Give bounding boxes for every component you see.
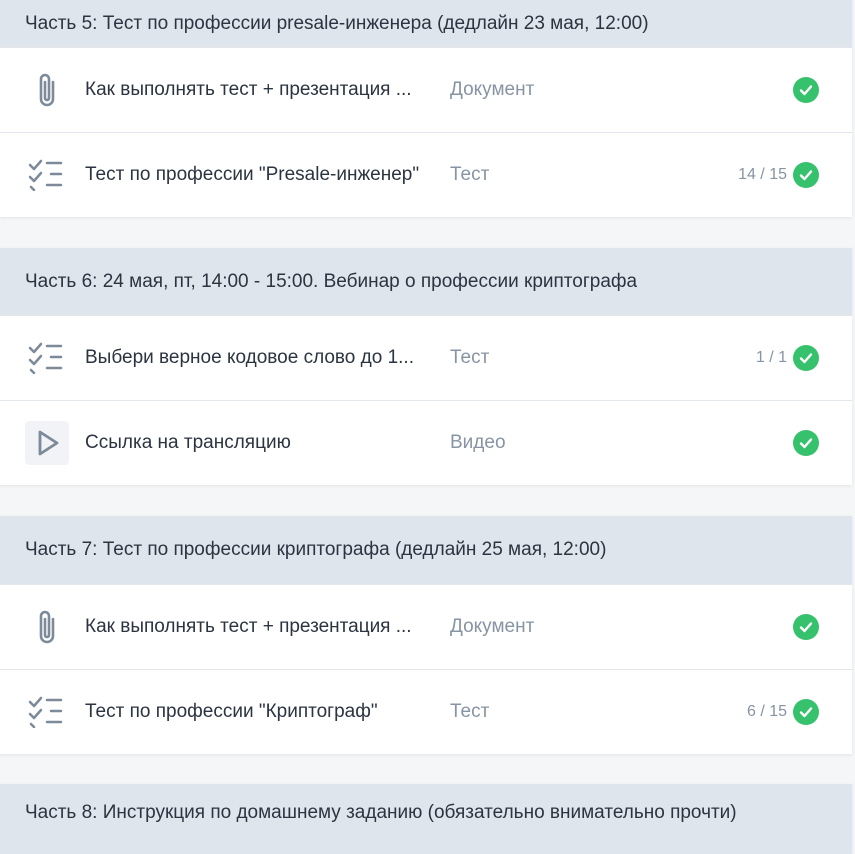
section-header[interactable]: Часть 5: Тест по профессии presale-инжен…	[0, 0, 852, 47]
module-section: Часть 8: Инструкция по домашнему заданию…	[0, 784, 852, 854]
play-icon	[25, 421, 69, 465]
lesson-title: Как выполнять тест + презентация ...	[85, 79, 412, 100]
lesson-row[interactable]: Выбери верное кодовое слово до 1... Тест…	[0, 315, 852, 400]
lesson-row[interactable]: Тест по профессии "Presale-инженер" Тест…	[0, 132, 852, 217]
section-title: Часть 5: Тест по профессии presale-инжен…	[25, 12, 649, 34]
module-section: Часть 6: 24 мая, пт, 14:00 - 15:00. Веби…	[0, 248, 852, 485]
lesson-type: Тест	[450, 164, 490, 185]
lesson-title: Как выполнять тест + презентация ...	[85, 616, 412, 637]
lesson-type: Тест	[450, 701, 490, 722]
section-title: Часть 7: Тест по профессии криптографа (…	[25, 539, 607, 560]
module-section: Часть 5: Тест по профессии presale-инжен…	[0, 0, 852, 217]
section-title: Часть 8: Инструкция по домашнему заданию…	[25, 802, 737, 823]
paperclip-icon	[25, 68, 69, 112]
completed-check-icon	[793, 345, 819, 371]
lesson-score: 14 / 15	[738, 166, 787, 183]
lesson-score: 1 / 1	[755, 349, 787, 366]
completed-check-icon	[793, 430, 819, 456]
lesson-title: Выбери верное кодовое слово до 1...	[85, 347, 414, 368]
lesson-row[interactable]: Ссылка на трансляцию Видео	[0, 400, 852, 485]
lesson-type: Документ	[450, 79, 535, 100]
completed-check-icon	[793, 162, 819, 188]
lesson-row[interactable]: Тест по профессии "Криптограф" Тест 6 / …	[0, 669, 852, 754]
checklist-icon	[25, 336, 69, 380]
checklist-icon	[25, 690, 69, 734]
lesson-title: Тест по профессии "Presale-инженер"	[85, 164, 420, 185]
checklist-icon	[25, 153, 69, 197]
lesson-score: 6 / 15	[746, 703, 787, 720]
section-header[interactable]: Часть 6: 24 мая, пт, 14:00 - 15:00. Веби…	[0, 248, 852, 315]
section-header[interactable]: Часть 8: Инструкция по домашнему заданию…	[0, 784, 852, 854]
lesson-row[interactable]: Как выполнять тест + презентация ... Док…	[0, 47, 852, 132]
completed-check-icon	[793, 614, 819, 640]
completed-check-icon	[793, 699, 819, 725]
lesson-title: Тест по профессии "Криптограф"	[85, 701, 378, 722]
lesson-type: Документ	[450, 616, 535, 637]
paperclip-icon	[25, 605, 69, 649]
lesson-type: Тест	[450, 347, 490, 368]
lesson-title: Ссылка на трансляцию	[85, 432, 291, 453]
completed-check-icon	[793, 77, 819, 103]
lesson-type: Видео	[450, 432, 506, 453]
section-title: Часть 6: 24 мая, пт, 14:00 - 15:00. Веби…	[25, 270, 638, 292]
lesson-row[interactable]: Как выполнять тест + презентация ... Док…	[0, 584, 852, 669]
section-header[interactable]: Часть 7: Тест по профессии криптографа (…	[0, 516, 852, 584]
module-section: Часть 7: Тест по профессии криптографа (…	[0, 516, 852, 754]
